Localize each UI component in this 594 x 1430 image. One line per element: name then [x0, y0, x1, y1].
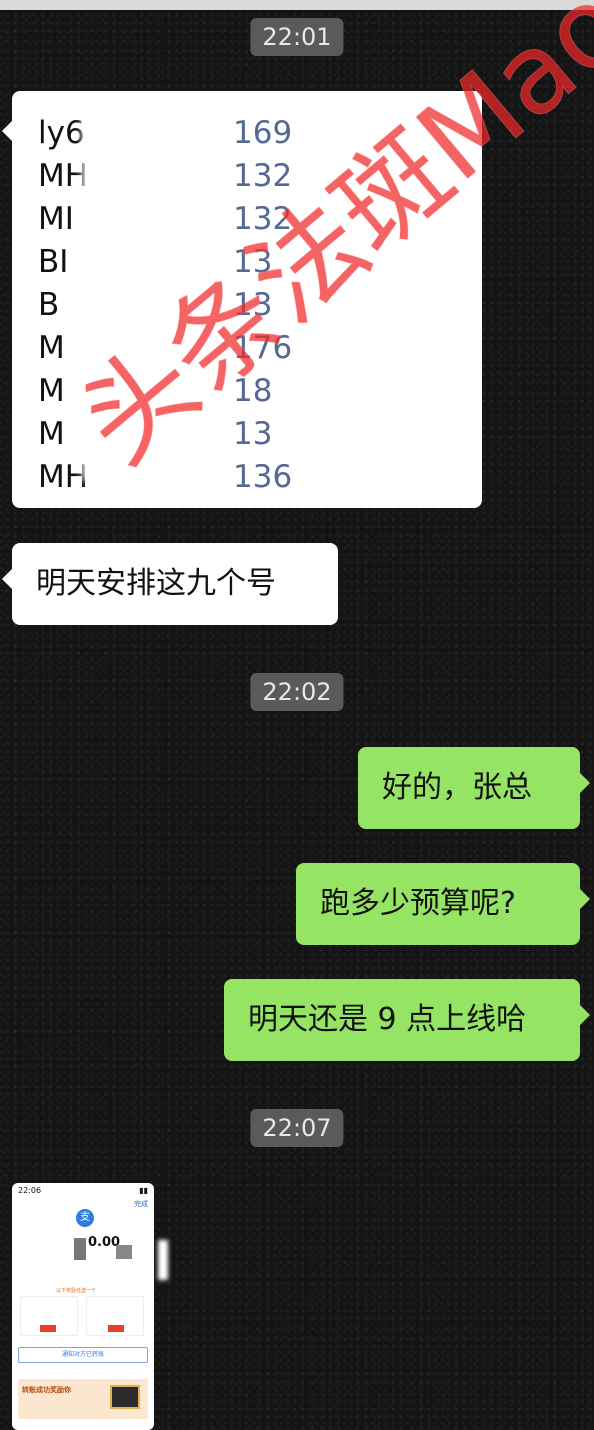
outgoing-message[interactable]: 明天还是 9 点上线哈: [224, 979, 590, 1061]
phone-number: 169: [233, 114, 293, 151]
redaction-block: [116, 1245, 132, 1259]
image-message[interactable]: 22:06 ▮▮ 完成 支 0.00 以下奖励任选一个 通知对方已转账 转账成功奖…: [12, 1183, 154, 1430]
timestamp: 22:07: [250, 1109, 344, 1147]
phone-number: 13: [233, 286, 273, 323]
phone-number: 136: [233, 458, 293, 495]
avatar: 支: [76, 1209, 94, 1227]
battery-icon: ▮▮: [139, 1186, 148, 1195]
done-link: 完成: [134, 1200, 148, 1208]
phone-number: 13: [233, 415, 273, 452]
contact-list-message[interactable]: ly6 169 MH 132 MI 132 BI 13 B 13 M 176 M 18 M 13…: [2, 91, 482, 508]
timestamp: 22:01: [250, 18, 344, 56]
phone-number: 13: [233, 243, 273, 280]
phone-number: 132: [233, 157, 293, 194]
phone-number: 132: [233, 200, 293, 237]
phone-number: 176: [233, 329, 293, 366]
outgoing-message[interactable]: 好的，张总: [358, 747, 590, 829]
status-bar: 22:06 ▮▮: [12, 1183, 154, 1198]
claim-button: [108, 1325, 124, 1332]
envelope-icon: [110, 1385, 140, 1409]
redaction-smudge: [312, 101, 452, 481]
banner-title: 转账成功奖励你: [22, 1386, 71, 1394]
status-time: 22:06: [18, 1186, 42, 1195]
notify-button: 通知对方已转账: [18, 1347, 148, 1363]
incoming-message[interactable]: 明天安排这九个号: [2, 543, 338, 625]
reward-title: 以下奖励任选一个: [56, 1288, 97, 1294]
top-bar: [0, 0, 594, 10]
claim-button: [40, 1325, 56, 1332]
phone-number: 18: [233, 372, 273, 409]
timestamp: 22:02: [250, 673, 344, 711]
redaction-smudge: [158, 1240, 168, 1280]
reward-banner: 转账成功奖励你: [18, 1379, 148, 1419]
redaction-smudge: [82, 101, 202, 481]
redaction-block: [74, 1238, 86, 1260]
outgoing-message[interactable]: 跑多少预算呢?: [296, 863, 590, 945]
